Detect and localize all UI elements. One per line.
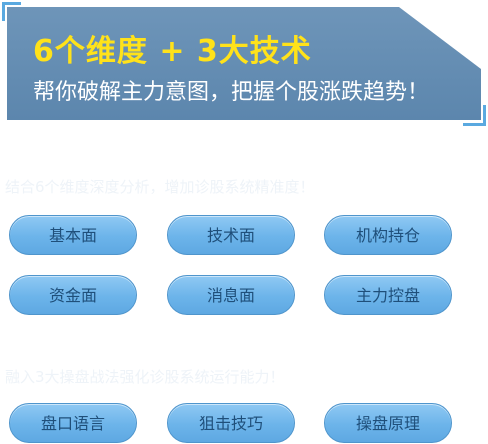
main-force-control-button[interactable]: 主力控盘	[324, 275, 452, 315]
hero-banner: 6个维度 + 3大技术 帮你破解主力意图，把握个股涨跌趋势！	[7, 7, 481, 120]
news-button[interactable]: 消息面	[167, 275, 295, 315]
banner-slogan: 帮你破解主力意图，把握个股涨跌趋势！	[33, 80, 430, 105]
order-book-language-button[interactable]: 盘口语言	[9, 403, 137, 443]
banner-headline: 6个维度 + 3大技术	[33, 34, 312, 69]
trading-principles-button[interactable]: 操盘原理	[324, 403, 452, 443]
dimensions-caption: 结合6个维度深度分析，增加诊股系统精准度！	[5, 178, 315, 196]
technicals-button[interactable]: 技术面	[167, 215, 295, 255]
capital-flow-button[interactable]: 资金面	[9, 275, 137, 315]
sniping-techniques-button[interactable]: 狙击技巧	[167, 403, 295, 443]
techniques-caption: 融入3大操盘战法强化诊股系统运行能力！	[5, 368, 285, 386]
banner-corner-bottom-right	[463, 105, 486, 126]
fundamentals-button[interactable]: 基本面	[9, 215, 137, 255]
institutional-holdings-button[interactable]: 机构持仓	[324, 215, 452, 255]
